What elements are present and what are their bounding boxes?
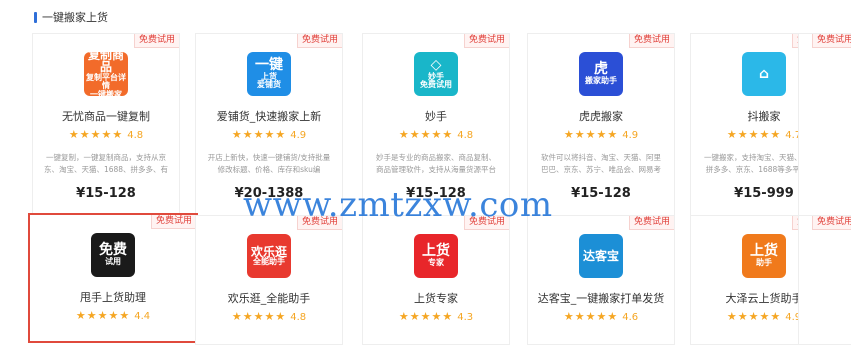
app-price: ¥20-1388 (234, 186, 304, 201)
app-description: 妙手是专业的商品搬家、商品复制、商品管理软件，支持从海量货源平台 (376, 153, 496, 174)
app-logo-icon: 虎搬家助手 (579, 52, 623, 96)
star-rating-icon: ★★★★★ (231, 310, 287, 323)
rating-score: 4.9 (622, 130, 639, 141)
app-logo-icon: 上货 助手 (742, 234, 786, 278)
app-price: ¥15-128 (571, 186, 631, 201)
star-rating-icon: ★★★★★ (398, 310, 454, 323)
app-rating: ★★★★★ 4.9 (196, 128, 342, 141)
app-card[interactable]: 免费试用 免费 试用 甩手上货助理 ★★★★★ 4.4 (28, 213, 198, 343)
app-description: 软件可以将抖音、淘宝、天猫、阿里巴巴、京东、苏宁、唯品会、网易考 (541, 153, 661, 174)
rating-score: 4.8 (127, 130, 144, 141)
app-name[interactable]: 爱铺货_快速搬家上新 (196, 108, 342, 124)
free-trial-badge: 免费试用 (150, 215, 196, 229)
free-trial-badge: 免费试用 (811, 216, 851, 230)
app-logo-text: 全能助手 (253, 257, 285, 267)
app-rating: ★★★★★ 4.3 (363, 310, 509, 323)
app-rating: ★★★★★ 4.6 (528, 310, 674, 323)
app-logo-text: 免费 (99, 242, 127, 259)
app-rating: ★★★★★ 4.8 (196, 310, 342, 323)
app-logo-icon: 复制商品 复制平台详情 一键搬家 (84, 52, 128, 96)
app-logo-text: 免费试用 (420, 80, 452, 90)
app-logo-text: 上货 (750, 243, 778, 260)
free-trial-badge: 免费试用 (133, 34, 179, 48)
app-card[interactable]: 免费试用 ◇ 妙手 免费试用 妙手 ★★★★★ 4.8 妙手是专业的商品搬家、商品复制、商品管… (362, 33, 510, 218)
app-grid: 免费试用 复制商品 复制平台详情 一键搬家 无忧商品一键复制 ★★★★★ 4.8 一键复制，一… (0, 0, 851, 345)
app-card[interactable]: 免费试用虎搬家助手 虎虎搬家 ★★★★★ 4.9 软件可以将抖音、淘宝、天猫、阿里巴巴、… (527, 33, 675, 218)
star-rating-icon: ★★★★★ (398, 128, 454, 141)
star-rating-icon: ★★★★★ (726, 128, 782, 141)
app-name[interactable]: 欢乐逛_全能助手 (196, 290, 342, 306)
app-logo-text: 助手 (756, 258, 772, 268)
app-name[interactable]: 虎虎搬家 (528, 108, 674, 124)
app-card[interactable]: 免费试用达客宝达客宝_一键搬家打单发货 ★★★★★ 4.6 (527, 215, 675, 345)
free-trial-badge: 免费试用 (463, 216, 509, 230)
app-card[interactable]: 免费试用 复制商品 复制平台详情 一键搬家无忧商品一键复制 ★★★★★ 4.8 一键复制，一… (32, 33, 180, 218)
app-name[interactable]: 甩手上货助理 (30, 289, 196, 305)
app-rating: ★★★★★ 4.8 (33, 128, 179, 141)
star-rating-icon: ★★★★★ (68, 128, 124, 141)
app-logo-text: 达客宝 (582, 248, 619, 263)
free-trial-badge: 免费试用 (811, 34, 851, 48)
app-logo-icon: 一键 上货 爱铺货 (247, 52, 291, 96)
app-logo-icon: 欢乐逛 全能助手 (247, 234, 291, 278)
app-logo-text: 专家 (428, 258, 444, 268)
app-logo-text: 复制平台详情 (86, 73, 126, 91)
app-description: 开店上新快，快速一键铺货/支持批量修改标题、价格、库存和sku编 (207, 153, 331, 174)
free-trial-badge: 免费试用 (628, 34, 674, 48)
app-logo-icon: 免费 试用 (91, 233, 135, 277)
app-description: 一键复制，一键复制商品，支持从京东、淘宝、天猫、1688、拼多多、有赞、微盟等 (43, 153, 169, 174)
app-logo-text: 虎 (594, 61, 608, 78)
app-logo-text: 试用 (105, 257, 121, 267)
app-name[interactable]: 无忧商品一键复制 (33, 108, 179, 124)
app-name[interactable]: 妙手 (363, 108, 509, 124)
app-price: ¥15-128 (76, 186, 136, 201)
rating-score: 4.8 (290, 312, 307, 323)
app-logo-icon: 上货 专家 (414, 234, 458, 278)
rating-score: 4.8 (457, 130, 474, 141)
app-logo-text: 爱铺货 (257, 80, 281, 90)
rating-score: 4.9 (290, 130, 307, 141)
app-logo-text: ⌂ (758, 65, 770, 82)
app-logo-text: ◇ (430, 57, 442, 74)
free-trial-badge: 免费试用 (628, 216, 674, 230)
app-logo-text: 上货 (422, 243, 450, 260)
free-trial-badge: 免费试用 (296, 216, 342, 230)
app-price: ¥15-128 (406, 186, 466, 201)
app-logo-text: 一键搬家 (90, 89, 122, 96)
free-trial-badge: 免费试用 (296, 34, 342, 48)
app-rating: ★★★★★ 4.9 (528, 128, 674, 141)
rating-score: 4.3 (457, 312, 474, 323)
star-rating-icon: ★★★★★ (75, 309, 131, 322)
app-card[interactable]: 免费试用 一键 上货 爱铺货爱铺货_快速搬家上新 ★★★★★ 4.9 开店上新快，快速一键铺… (195, 33, 343, 218)
rating-score: 4.6 (622, 312, 639, 323)
app-logo-icon: ◇ 妙手 免费试用 (414, 52, 458, 96)
app-card[interactable]: 免费试用 欢乐逛 全能助手欢乐逛_全能助手 ★★★★★ 4.8 (195, 215, 343, 345)
star-rating-icon: ★★★★★ (231, 128, 287, 141)
star-rating-icon: ★★★★★ (563, 128, 619, 141)
app-logo-icon: 达客宝 (579, 234, 623, 278)
app-card[interactable]: 免费试用 (798, 215, 851, 345)
app-rating: ★★★★★ 4.8 (363, 128, 509, 141)
app-card[interactable]: 免费试用 上货 专家 上货专家 ★★★★★ 4.3 (362, 215, 510, 345)
app-logo-icon: ⌂ (742, 52, 786, 96)
app-name[interactable]: 达客宝_一键搬家打单发货 (528, 290, 674, 306)
free-trial-badge: 免费试用 (463, 34, 509, 48)
app-logo-text: 搬家助手 (585, 76, 617, 86)
app-card[interactable]: 免费试用 (798, 33, 851, 218)
app-rating: ★★★★★ 4.4 (30, 309, 196, 322)
app-name[interactable]: 上货专家 (363, 290, 509, 306)
rating-score: 4.4 (134, 311, 151, 322)
app-logo-text: 一键 (255, 57, 283, 74)
star-rating-icon: ★★★★★ (726, 310, 782, 323)
star-rating-icon: ★★★★★ (563, 310, 619, 323)
app-logo-text: 复制商品 (87, 52, 124, 75)
